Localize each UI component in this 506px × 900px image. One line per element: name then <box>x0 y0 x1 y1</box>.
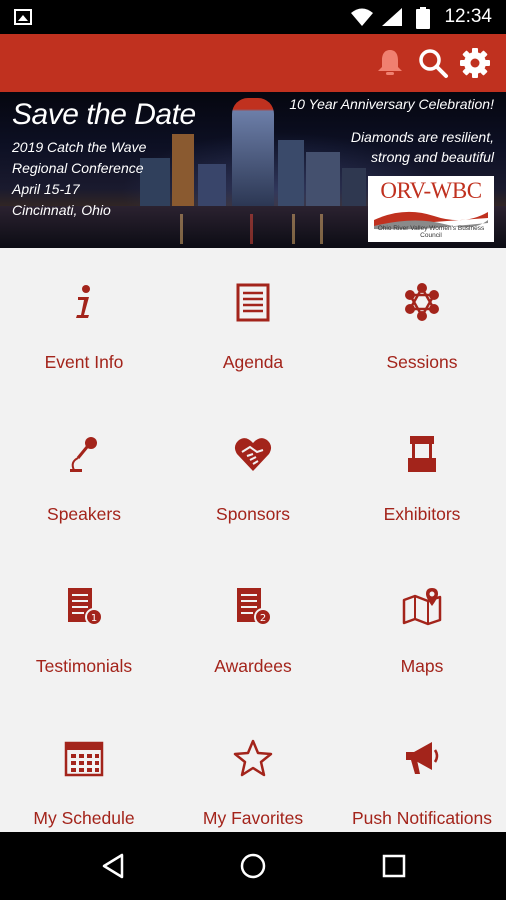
bell-icon[interactable] <box>374 47 406 79</box>
menu-tile-sessions[interactable]: Sessions <box>338 248 506 400</box>
menu-tile-sponsors[interactable]: Sponsors <box>169 400 337 552</box>
banner-event-line: Regional Conference <box>12 160 144 176</box>
agenda-icon <box>236 283 270 322</box>
menu-tile-label: Testimonials <box>35 656 133 676</box>
banner-tagline-line: strong and beautiful <box>371 149 494 165</box>
list-badge-2-icon: 2 <box>237 588 272 626</box>
info-icon <box>76 285 90 318</box>
menu-tile-awardees[interactable]: 2 Awardees <box>169 552 337 704</box>
menu-tile-label: My Favorites <box>202 808 304 828</box>
logo-text: ORV-WBC <box>380 178 482 203</box>
banner-anniversary: 10 Year Anniversary Celebration! <box>289 96 494 112</box>
menu-tile-maps[interactable]: Maps <box>338 552 506 704</box>
event-banner[interactable]: Save the Date 2019 Catch the Wave Region… <box>0 92 506 248</box>
gear-icon[interactable] <box>459 47 491 79</box>
back-icon[interactable] <box>100 852 128 880</box>
banner-title: Save the Date <box>12 98 196 131</box>
microphone-icon <box>70 437 97 472</box>
megaphone-icon <box>406 742 439 774</box>
app-bar <box>0 34 506 92</box>
menu-tile-label: Awardees <box>214 656 292 676</box>
map-icon <box>402 588 442 626</box>
banner-event-line: April 15-17 <box>12 181 80 197</box>
menu-tile-event-info[interactable]: Event Info <box>0 248 168 400</box>
battery-icon <box>416 7 430 29</box>
status-bar: 12:34 <box>0 0 506 34</box>
svg-text:1: 1 <box>91 613 97 624</box>
search-icon[interactable] <box>417 47 449 79</box>
sessions-icon <box>405 283 439 321</box>
menu-tile-label: My Schedule <box>33 808 135 828</box>
menu-tile-push-notifications[interactable]: Push Notifications <box>338 704 506 832</box>
handshake-heart-icon <box>234 438 272 471</box>
list-badge-1-icon: 1 <box>68 588 103 626</box>
calendar-icon <box>64 741 104 777</box>
menu-tile-agenda[interactable]: Agenda <box>169 248 337 400</box>
wifi-icon <box>351 8 373 26</box>
signal-icon <box>382 8 402 26</box>
menu-tile-my-favorites[interactable]: My Favorites <box>169 704 337 832</box>
clock: 12:34 <box>444 6 492 27</box>
menu-grid: Event Info Agenda Sessions Speakers Spon… <box>0 248 506 832</box>
image-notification-icon <box>14 9 32 25</box>
menu-tile-label: Event Info <box>44 352 124 372</box>
menu-tile-label: Agenda <box>222 352 284 372</box>
star-icon <box>233 739 273 777</box>
menu-tile-speakers[interactable]: Speakers <box>0 400 168 552</box>
recents-icon[interactable] <box>380 852 408 880</box>
banner-event-line: Cincinnati, Ohio <box>12 202 111 218</box>
orv-wbc-logo: ORV-WBC Ohio River Valley Women's Busine… <box>368 176 494 242</box>
banner-event-line: 2019 Catch the Wave <box>12 139 147 155</box>
menu-tile-label: Sessions <box>386 352 458 372</box>
banner-tagline-line: Diamonds are resilient, <box>350 129 494 145</box>
menu-tile-exhibitors[interactable]: Exhibitors <box>338 400 506 552</box>
banner-event-details: 2019 Catch the Wave Regional Conference … <box>12 137 146 221</box>
menu-tile-label: Speakers <box>47 504 121 524</box>
menu-tile-testimonials[interactable]: 1 Testimonials <box>0 552 168 704</box>
menu-tile-label: Maps <box>400 656 444 676</box>
menu-tile-label: Sponsors <box>216 504 290 524</box>
logo-subtext: Ohio River Valley Women's Business Counc… <box>377 225 485 239</box>
home-icon[interactable] <box>239 852 267 880</box>
menu-tile-my-schedule[interactable]: My Schedule <box>0 704 168 832</box>
menu-tile-label: Exhibitors <box>383 504 461 524</box>
menu-tile-label: Push Notifications <box>351 808 493 828</box>
svg-text:2: 2 <box>260 613 266 624</box>
system-navigation-bar <box>0 832 506 900</box>
booth-icon <box>408 436 436 472</box>
banner-tagline: Diamonds are resilient, strong and beaut… <box>351 127 494 167</box>
